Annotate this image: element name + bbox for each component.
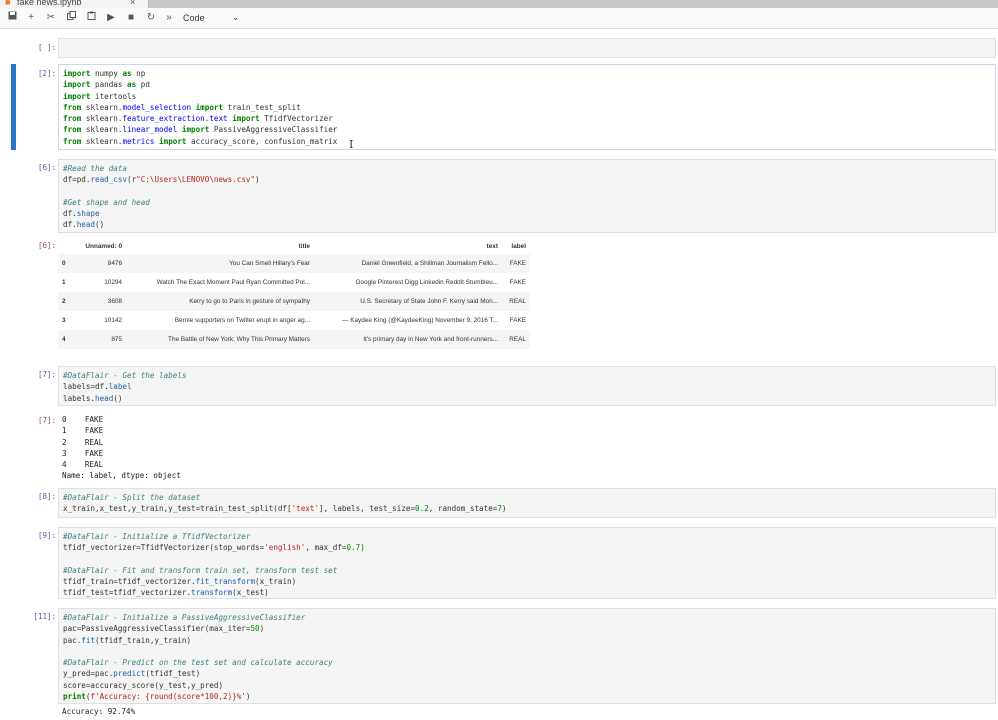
table-row: 4 875 The Battle of New York: Why This P… xyxy=(58,330,530,349)
table-cell: Google Pinterest Digg Linkedin Reddit St… xyxy=(355,279,498,286)
paste-icon[interactable] xyxy=(84,11,98,25)
row-index: 3 xyxy=(62,317,66,324)
code-cell-imports[interactable]: import numpy as np import pandas as pd i… xyxy=(58,64,996,150)
output-text: Accuracy: 92.74% xyxy=(62,707,136,716)
table-cell: The Battle of New York: Why This Primary… xyxy=(126,330,314,349)
code-cell-tfidf[interactable]: #DataFlair - Initialize a TfidfVectorize… xyxy=(58,527,996,599)
cell-prompt: [9]: xyxy=(37,531,56,540)
table-cell: 10142 xyxy=(104,317,122,324)
table-row: 1 10294 Watch The Exact Moment Paul Ryan… xyxy=(58,273,530,292)
table-header-row: Unnamed: 0 title text label xyxy=(58,238,530,254)
active-cell-indicator xyxy=(11,64,16,150)
table-cell: Watch The Exact Moment Paul Ryan Committ… xyxy=(156,279,310,286)
output-text: 0 FAKE 1 FAKE 2 REAL 3 FAKE 4 REAL Name:… xyxy=(62,415,181,481)
code-editor[interactable] xyxy=(58,38,996,58)
cell-prompt: [6]: xyxy=(37,163,56,172)
table-header: Unnamed: 0 xyxy=(85,242,122,250)
table-cell: FAKE xyxy=(502,254,530,273)
cell-prompt: [8]: xyxy=(37,492,56,501)
table-cell: Bernie supporters on Twitter erupt in an… xyxy=(174,317,310,324)
table-cell: 3608 xyxy=(76,292,126,311)
row-index: 1 xyxy=(62,279,66,286)
text-cursor-icon: I xyxy=(349,138,354,151)
notebook-tab[interactable]: ■ fake news.ipynb × xyxy=(0,0,149,8)
code-editor[interactable]: #Read the data df=pd.read_csv(r"C:\Users… xyxy=(58,159,996,233)
add-cell-icon[interactable]: + xyxy=(24,11,38,25)
cell-type-select[interactable]: Code ⌄ xyxy=(183,11,241,25)
output-prompt: [7]: xyxy=(37,416,56,425)
code-cell-classifier[interactable]: #DataFlair - Initialize a PassiveAggress… xyxy=(58,608,996,704)
table-cell: Kerry to go to Paris in gesture of sympa… xyxy=(126,292,314,311)
notebook-icon: ■ xyxy=(5,0,11,7)
row-index: 0 xyxy=(58,254,76,273)
table-header: title xyxy=(298,242,310,250)
notebook-toolbar: + ✂ ▶ ■ ↻ » Code ⌄ xyxy=(0,8,998,29)
table-cell: FAKE xyxy=(509,279,526,286)
table-cell: — Kaydee King (@KaydeeKing) November 9, … xyxy=(342,317,498,324)
copy-icon[interactable] xyxy=(64,11,78,25)
table-cell: 10294 xyxy=(104,279,122,286)
code-editor[interactable]: #DataFlair - Initialize a TfidfVectorize… xyxy=(58,527,996,599)
code-cell-labels[interactable]: #DataFlair - Get the labels labels=df.la… xyxy=(58,366,996,406)
stop-icon[interactable]: ■ xyxy=(124,11,138,25)
table-cell: Daniel Greenfield, a Shillman Journalism… xyxy=(314,254,502,273)
code-cell-empty[interactable] xyxy=(58,38,996,58)
dataframe-table: Unnamed: 0 title text label 0 8476 You C… xyxy=(58,238,530,349)
table-header xyxy=(58,238,76,254)
chevron-down-icon: ⌄ xyxy=(232,13,239,22)
table-header: text xyxy=(486,242,498,250)
fast-forward-icon[interactable]: » xyxy=(162,11,176,25)
save-icon[interactable] xyxy=(5,11,19,25)
table-cell: REAL xyxy=(502,330,530,349)
close-icon[interactable]: × xyxy=(130,0,135,8)
code-cell-split[interactable]: #DataFlair - Split the dataset x_train,x… xyxy=(58,488,996,518)
table-row: 2 3608 Kerry to go to Paris in gesture o… xyxy=(58,292,530,311)
table-cell: You Can Smell Hillary's Fear xyxy=(126,254,314,273)
cell-prompt: [ ]: xyxy=(37,43,56,52)
cell-prompt: [7]: xyxy=(37,370,56,379)
table-cell: REAL xyxy=(502,292,530,311)
table-cell: 875 xyxy=(76,330,126,349)
output-prompt: [6]: xyxy=(37,241,56,250)
accuracy-output: Accuracy: 92.74% xyxy=(58,706,996,719)
code-editor[interactable]: #DataFlair - Split the dataset x_train,x… xyxy=(58,488,996,518)
code-cell-read-data[interactable]: #Read the data df=pd.read_csv(r"C:\Users… xyxy=(58,159,996,233)
table-row: 3 10142 Bernie supporters on Twitter eru… xyxy=(58,311,530,330)
restart-icon[interactable]: ↻ xyxy=(144,11,158,25)
cell-prompt: [11]: xyxy=(33,612,56,621)
row-index: 2 xyxy=(58,292,76,311)
code-editor[interactable]: import numpy as np import pandas as pd i… xyxy=(58,64,996,150)
notebook-tab-label: fake news.ipynb xyxy=(17,0,82,7)
table-cell: It's primary day in New York and front-r… xyxy=(314,330,502,349)
code-editor[interactable]: #DataFlair - Initialize a PassiveAggress… xyxy=(58,608,996,704)
tab-strip: ■ fake news.ipynb × xyxy=(0,0,998,8)
row-index: 4 xyxy=(58,330,76,349)
code-editor[interactable]: #DataFlair - Get the labels labels=df.la… xyxy=(58,366,996,406)
cut-icon[interactable]: ✂ xyxy=(44,11,58,25)
labels-output: 0 FAKE 1 FAKE 2 REAL 3 FAKE 4 REAL Name:… xyxy=(58,412,996,484)
cell-type-label: Code xyxy=(183,13,205,23)
run-icon[interactable]: ▶ xyxy=(104,11,118,25)
dataframe-output: Unnamed: 0 title text label 0 8476 You C… xyxy=(58,238,558,349)
table-cell: U.S. Secretary of State John F. Kerry sa… xyxy=(314,292,502,311)
table-row: 0 8476 You Can Smell Hillary's Fear Dani… xyxy=(58,254,530,273)
cell-prompt: [2]: xyxy=(37,69,56,78)
table-header: label xyxy=(511,242,526,250)
table-cell: FAKE xyxy=(509,317,526,324)
table-cell: 8476 xyxy=(76,254,126,273)
